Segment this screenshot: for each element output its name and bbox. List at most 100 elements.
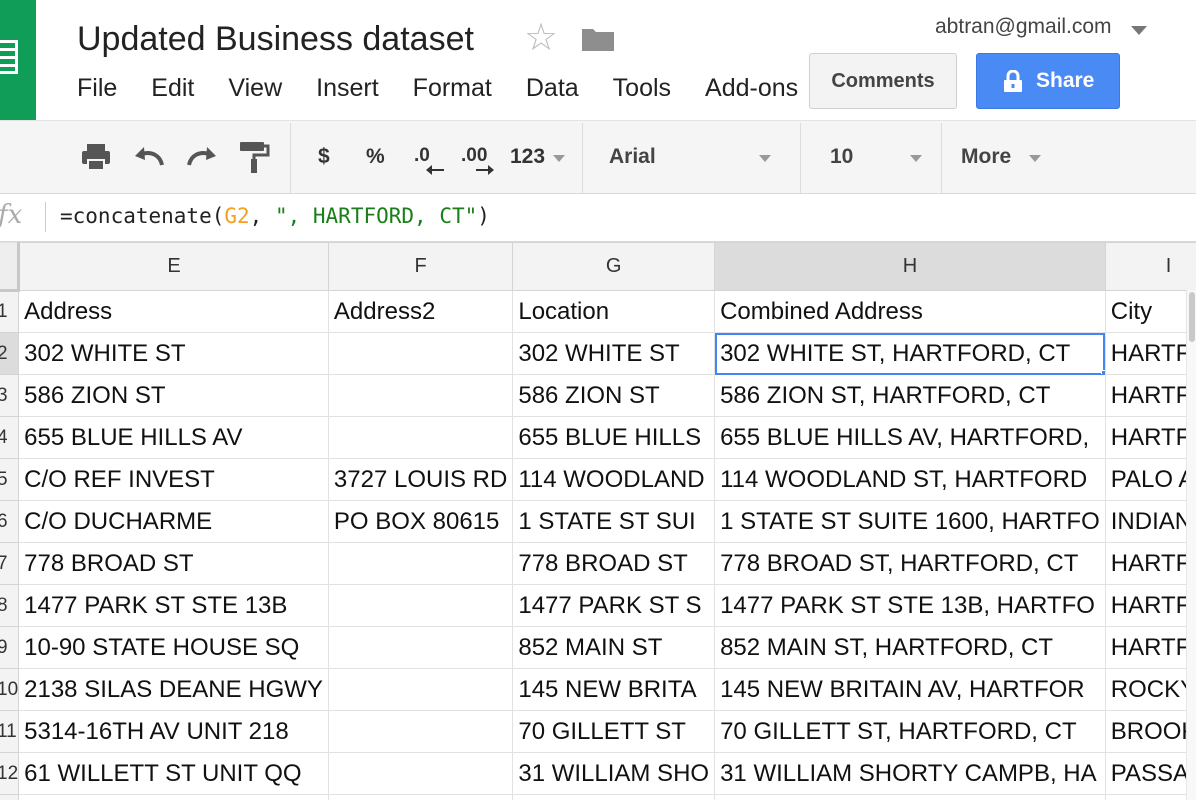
cell-e9[interactable]: 10-90 STATE HOUSE SQ (18, 626, 329, 669)
menu-insert[interactable]: Insert (299, 72, 396, 105)
cell-e12[interactable]: 61 WILLETT ST UNIT QQ (18, 752, 329, 795)
cell-h8[interactable]: 1477 PARK ST STE 13B, HARTFO (714, 584, 1106, 627)
cell-f13[interactable] (327, 794, 514, 800)
print-icon[interactable] (78, 139, 114, 175)
cell-g12[interactable]: 31 WILLIAM SHO (512, 752, 716, 795)
cell-f2[interactable] (327, 332, 514, 375)
cell-h13[interactable] (714, 794, 1106, 800)
paint-format-icon[interactable] (236, 139, 272, 175)
row-header[interactable]: 12 (0, 752, 20, 795)
select-all-corner[interactable] (0, 242, 21, 292)
cell-f4[interactable] (327, 416, 514, 459)
column-header-g[interactable]: G (512, 242, 716, 291)
font-family-select[interactable]: Arial (609, 145, 656, 169)
cell-i8[interactable]: HARTFOR (1104, 584, 1196, 627)
cell-g9[interactable]: 852 MAIN ST (512, 626, 716, 669)
row-header[interactable]: 9 (0, 626, 20, 669)
row-header[interactable]: 3 (0, 374, 20, 417)
number-format-button[interactable]: 123 (510, 145, 545, 169)
cell-f3[interactable] (327, 374, 514, 417)
cell-g5[interactable]: 114 WOODLAND (512, 458, 716, 501)
cell-g13[interactable] (512, 794, 716, 800)
cell-g4[interactable]: 655 BLUE HILLS (512, 416, 716, 459)
cell-f11[interactable] (327, 710, 514, 753)
cell-f8[interactable] (327, 584, 514, 627)
cell-e11[interactable]: 5314-16TH AV UNIT 218 (18, 710, 329, 753)
chevron-down-icon[interactable] (759, 155, 771, 162)
cell-h9[interactable]: 852 MAIN ST, HARTFORD, CT (714, 626, 1106, 669)
currency-format-button[interactable]: $ (318, 145, 330, 169)
cell-h11[interactable]: 70 GILLETT ST, HARTFORD, CT (714, 710, 1106, 753)
row-header[interactable]: 6 (0, 500, 20, 543)
cell-i9[interactable]: HARTFOR (1104, 626, 1196, 669)
cell-f12[interactable] (327, 752, 514, 795)
menu-format[interactable]: Format (396, 72, 509, 105)
undo-icon[interactable] (131, 139, 167, 175)
column-header-h[interactable]: H (714, 242, 1106, 291)
row-header[interactable]: 11 (0, 710, 20, 753)
cell-g10[interactable]: 145 NEW BRITA (512, 668, 716, 711)
row-header[interactable]: 13 (0, 794, 20, 800)
vertical-scrollbar[interactable] (1186, 290, 1196, 800)
cell-i6[interactable]: INDIANAP (1104, 500, 1196, 543)
cell-g1[interactable]: Location (512, 290, 716, 333)
chevron-down-icon[interactable] (1029, 155, 1041, 162)
cell-i1[interactable]: City (1104, 290, 1196, 333)
font-size-select[interactable]: 10 (830, 145, 853, 169)
row-header[interactable]: 4 (0, 416, 20, 459)
column-header-i[interactable]: I (1104, 242, 1196, 291)
column-header-e[interactable]: E (18, 242, 329, 291)
cell-i11[interactable]: BROOKLY (1104, 710, 1196, 753)
cell-h12[interactable]: 31 WILLIAM SHORTY CAMPB, HA (714, 752, 1106, 795)
row-header[interactable]: 1 (0, 290, 20, 333)
cell-g8[interactable]: 1477 PARK ST S (512, 584, 716, 627)
cell-f10[interactable] (327, 668, 514, 711)
row-header[interactable]: 10 (0, 668, 20, 711)
cell-e8[interactable]: 1477 PARK ST STE 13B (18, 584, 329, 627)
sheets-logo-icon[interactable] (0, 0, 36, 120)
account-email[interactable]: abtran@gmail.com (935, 15, 1112, 39)
cell-h10[interactable]: 145 NEW BRITAIN AV, HARTFOR (714, 668, 1106, 711)
folder-icon[interactable] (581, 26, 615, 52)
cell-g3[interactable]: 586 ZION ST (512, 374, 716, 417)
document-title[interactable]: Updated Business dataset (77, 20, 474, 59)
share-button[interactable]: Share (976, 53, 1120, 109)
star-icon[interactable]: ☆ (524, 18, 558, 58)
row-header[interactable]: 8 (0, 584, 20, 627)
more-button[interactable]: More (961, 145, 1011, 169)
cell-e10[interactable]: 2138 SILAS DEANE HGWY (18, 668, 329, 711)
cell-h7[interactable]: 778 BROAD ST, HARTFORD, CT (714, 542, 1106, 585)
cell-i7[interactable]: HARTFOR (1104, 542, 1196, 585)
cell-g6[interactable]: 1 STATE ST SUI (512, 500, 716, 543)
menu-view[interactable]: View (211, 72, 299, 105)
scrollbar-thumb[interactable] (1189, 292, 1195, 342)
formula-input[interactable]: =concatenate(G2, ", HARTFORD, CT") (60, 204, 490, 228)
cell-e6[interactable]: C/O DUCHARME (18, 500, 329, 543)
cell-f7[interactable] (327, 542, 514, 585)
cell-f1[interactable]: Address2 (327, 290, 514, 333)
cell-h5[interactable]: 114 WOODLAND ST, HARTFORD (714, 458, 1106, 501)
cell-g11[interactable]: 70 GILLETT ST (512, 710, 716, 753)
row-header[interactable]: 2 (0, 332, 20, 375)
account-dropdown-icon[interactable] (1131, 26, 1147, 35)
fill-handle[interactable] (1100, 370, 1105, 374)
cell-i12[interactable]: PASSAIC (1104, 752, 1196, 795)
menu-tools[interactable]: Tools (596, 72, 688, 105)
chevron-down-icon[interactable] (553, 155, 565, 162)
comments-button[interactable]: Comments (809, 53, 957, 109)
cell-i2[interactable]: HARTFOR (1104, 332, 1196, 375)
redo-icon[interactable] (184, 139, 220, 175)
cell-g7[interactable]: 778 BROAD ST (512, 542, 716, 585)
menu-edit[interactable]: Edit (134, 72, 211, 105)
cell-i10[interactable]: ROCKY H (1104, 668, 1196, 711)
percent-format-button[interactable]: % (366, 145, 385, 169)
menu-data[interactable]: Data (509, 72, 596, 105)
cell-i4[interactable]: HARTFOR (1104, 416, 1196, 459)
cell-f6[interactable]: PO BOX 80615 (327, 500, 514, 543)
row-header[interactable]: 7 (0, 542, 20, 585)
menu-add-ons[interactable]: Add-ons (688, 72, 815, 105)
column-header-f[interactable]: F (327, 242, 514, 291)
cell-i3[interactable]: HARTFOR (1104, 374, 1196, 417)
cell-e3[interactable]: 586 ZION ST (18, 374, 329, 417)
cell-i13[interactable] (1104, 794, 1196, 800)
